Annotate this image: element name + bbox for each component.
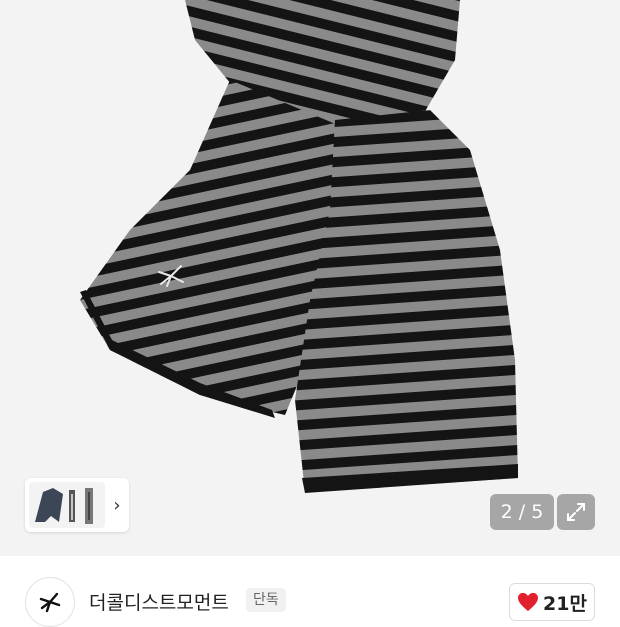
exclusive-badge: 단독 bbox=[246, 588, 286, 612]
expand-icon bbox=[567, 503, 585, 521]
star-logo-icon bbox=[39, 592, 61, 613]
like-count: 21만 bbox=[543, 592, 587, 615]
thumbnail-strip[interactable]: › bbox=[25, 478, 129, 532]
chevron-right-icon[interactable]: › bbox=[105, 495, 129, 516]
heart-icon bbox=[518, 592, 539, 612]
thumbnail-image[interactable] bbox=[29, 482, 105, 528]
image-counter: 2 / 5 bbox=[490, 494, 554, 530]
like-button[interactable]: 21만 bbox=[509, 583, 595, 621]
product-image bbox=[80, 0, 518, 493]
product-image-gallery[interactable]: › 2 / 5 bbox=[0, 0, 620, 556]
expand-button[interactable] bbox=[557, 494, 595, 530]
brand-name[interactable]: 더콜디스트모먼트 bbox=[89, 588, 229, 615]
